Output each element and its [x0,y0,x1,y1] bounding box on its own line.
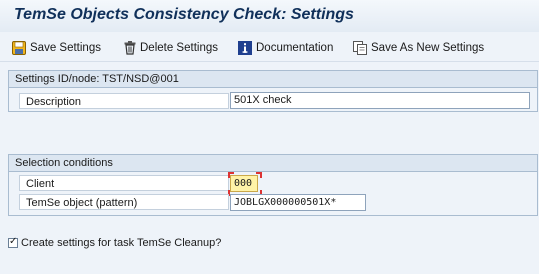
settings-group-header: Settings ID/node: TST/NSD@001 [9,71,537,88]
cleanup-checkbox-label: Create settings for task TemSe Cleanup? [21,237,222,249]
focus-corner [228,172,234,178]
description-label: Description [19,93,229,109]
page-title: TemSe Objects Consistency Check: Setting… [14,6,354,23]
save-as-new-settings-button[interactable]: Save As New Settings [353,39,484,57]
temse-object-field[interactable]: JOBLGX000000501X* [230,194,366,211]
info-icon [238,41,252,55]
client-field[interactable]: 000 [230,175,258,192]
selection-conditions-group: Selection conditions Client 000 TemSe ob… [8,154,538,216]
client-label: Client [19,175,229,191]
title-bar: TemSe Objects Consistency Check: Setting… [0,0,539,32]
temse-object-label: TemSe object (pattern) [19,194,229,210]
selection-conditions-header: Selection conditions [9,155,537,172]
content-area: Settings ID/node: TST/NSD@001 Descriptio… [0,62,539,274]
delete-settings-label: Delete Settings [140,42,218,54]
trash-icon [124,41,136,55]
checkmark-icon: ✓ [9,236,18,247]
cleanup-checkbox[interactable]: ✓ [8,236,18,248]
focus-corner [256,172,262,178]
delete-settings-button[interactable]: Delete Settings [124,39,218,57]
save-settings-button[interactable]: Save Settings [12,39,101,57]
save-settings-label: Save Settings [30,42,101,54]
description-field[interactable]: 501X check [230,92,530,109]
save-icon [12,41,26,55]
copy-icon [353,41,367,55]
settings-group: Settings ID/node: TST/NSD@001 Descriptio… [8,70,538,112]
cleanup-checkbox-row[interactable]: ✓ Create settings for task TemSe Cleanup… [8,236,221,250]
toolbar: Save Settings Delete Settings Documentat… [0,32,539,62]
documentation-label: Documentation [256,42,334,54]
documentation-button[interactable]: Documentation [238,39,333,57]
save-as-new-settings-label: Save As New Settings [371,42,485,54]
